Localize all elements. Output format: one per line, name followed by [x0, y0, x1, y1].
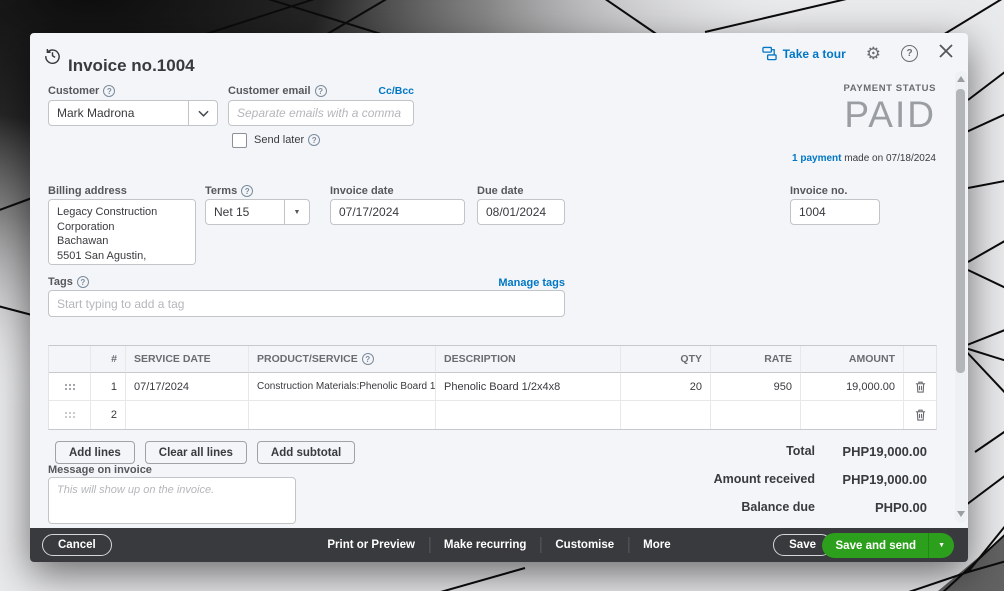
- invoice-window: Invoice no.1004 Take a tour ⚙ ? Customer…: [30, 33, 968, 562]
- amount-received-row: Amount received PHP19,000.00: [627, 465, 927, 493]
- col-header-rate: RATE: [711, 346, 801, 373]
- cc-bcc-link[interactable]: Cc/Bcc: [228, 85, 414, 97]
- clear-all-lines-button[interactable]: Clear all lines: [144, 441, 247, 464]
- description-cell[interactable]: Phenolic Board 1/2x4x8: [436, 373, 621, 401]
- rate-cell[interactable]: 950: [711, 373, 801, 401]
- col-header-qty: QTY: [621, 346, 711, 373]
- line-actions: Add lines Clear all lines Add subtotal: [55, 441, 356, 464]
- print-or-preview-button[interactable]: Print or Preview: [313, 539, 429, 551]
- payment-status-value: PAID: [844, 94, 936, 135]
- customer-help-icon[interactable]: ?: [103, 85, 116, 97]
- service-date-cell[interactable]: [126, 401, 249, 429]
- invoice-date-input[interactable]: [330, 199, 465, 225]
- balance-due-row: Balance due PHP0.00: [627, 493, 927, 521]
- total-label: Total: [786, 444, 815, 458]
- footer-actions: Print or Preview Make recurring Customis…: [313, 528, 684, 562]
- balance-due-value: PHP0.00: [874, 499, 927, 515]
- payment-status: PAYMENT STATUS PAID: [844, 83, 937, 137]
- service-date-cell[interactable]: 07/17/2024: [126, 373, 249, 401]
- payment-link[interactable]: 1 payment: [792, 153, 841, 164]
- terms-select[interactable]: Net 15 ▼: [205, 199, 310, 225]
- page-title: Invoice no.1004: [68, 56, 195, 76]
- product-cell[interactable]: Construction Materials:Phenolic Board 1/…: [249, 373, 436, 401]
- amount-received-value: PHP19,000.00: [842, 471, 927, 487]
- scrollbar-down-arrow[interactable]: [957, 511, 965, 517]
- scrollbar-thumb[interactable]: [956, 89, 965, 373]
- save-and-send-button[interactable]: Save and send ▼: [821, 533, 954, 558]
- qty-cell[interactable]: [621, 401, 711, 429]
- tags-input[interactable]: [48, 290, 565, 317]
- delete-row-icon[interactable]: [904, 373, 936, 401]
- take-a-tour-label: Take a tour: [782, 46, 846, 61]
- cancel-button[interactable]: Cancel: [42, 534, 112, 556]
- row-drag-handle[interactable]: [49, 373, 91, 401]
- customer-label: Customer?: [48, 85, 116, 97]
- save-and-send-caret-icon[interactable]: ▼: [928, 533, 954, 558]
- manage-tags-link[interactable]: Manage tags: [48, 277, 565, 289]
- amount-received-label: Amount received: [713, 472, 815, 486]
- rate-cell[interactable]: [711, 401, 801, 429]
- message-on-invoice-input[interactable]: [48, 477, 296, 524]
- amount-cell[interactable]: [801, 401, 904, 429]
- payment-status-label: PAYMENT STATUS: [843, 83, 936, 94]
- payment-made-line: 1 payment made on 07/18/2024: [792, 153, 936, 164]
- amount-cell[interactable]: 19,000.00: [801, 373, 904, 401]
- col-header-actions: [904, 346, 936, 373]
- product-help-icon[interactable]: ?: [361, 353, 374, 365]
- delete-row-icon[interactable]: [904, 401, 936, 429]
- totals: Total PHP19,000.00 Amount received PHP19…: [627, 437, 927, 521]
- due-date-input[interactable]: [477, 199, 565, 225]
- due-date-label: Due date: [477, 185, 524, 197]
- screen: Invoice no.1004 Take a tour ⚙ ? Customer…: [0, 0, 1004, 591]
- customer-email-input[interactable]: [228, 100, 414, 126]
- take-a-tour-button[interactable]: Take a tour: [761, 46, 846, 61]
- terms-caret-icon[interactable]: ▼: [284, 200, 309, 224]
- billing-address-label: Billing address: [48, 185, 127, 197]
- col-header-service-date: SERVICE DATE: [126, 346, 249, 373]
- row-number: 2: [91, 401, 126, 429]
- customer-value: Mark Madrona: [57, 106, 135, 120]
- invoice-date-label: Invoice date: [330, 185, 394, 197]
- customise-button[interactable]: Customise: [541, 539, 628, 551]
- total-row: Total PHP19,000.00: [627, 437, 927, 465]
- tour-icon: [761, 46, 777, 61]
- message-on-invoice-label: Message on invoice: [48, 464, 152, 476]
- billing-address-input[interactable]: Legacy Construction Corporation Bachawan…: [48, 199, 196, 265]
- col-header-num: #: [91, 346, 126, 373]
- terms-help-icon[interactable]: ?: [241, 185, 254, 197]
- total-value: PHP19,000.00: [842, 443, 927, 459]
- scrollbar-up-arrow[interactable]: [957, 76, 965, 82]
- description-cell[interactable]: [436, 401, 621, 429]
- terms-value: Net 15: [214, 205, 250, 219]
- recent-transactions-icon[interactable]: [43, 46, 62, 70]
- customer-select[interactable]: Mark Madrona: [48, 100, 218, 126]
- balance-due-label: Balance due: [741, 500, 815, 514]
- product-cell[interactable]: [249, 401, 436, 429]
- footer-bar: Cancel Print or Preview Make recurring C…: [30, 528, 968, 562]
- qty-cell[interactable]: 20: [621, 373, 711, 401]
- col-header-description: DESCRIPTION: [436, 346, 621, 373]
- col-header-drag: [49, 346, 91, 373]
- help-icon[interactable]: ?: [901, 45, 918, 62]
- col-header-product: PRODUCT/SERVICE?: [249, 346, 436, 373]
- save-and-send-label: Save and send: [835, 539, 917, 552]
- chevron-down-icon[interactable]: [188, 101, 217, 125]
- make-recurring-button[interactable]: Make recurring: [430, 539, 540, 551]
- invoice-no-label: Invoice no.: [790, 185, 848, 197]
- close-icon[interactable]: [938, 43, 954, 64]
- invoice-no-input[interactable]: [790, 199, 880, 225]
- col-header-amount: AMOUNT: [801, 346, 904, 373]
- send-later-checkbox[interactable]: [232, 133, 247, 148]
- gear-icon[interactable]: ⚙: [866, 45, 881, 62]
- add-subtotal-button[interactable]: Add subtotal: [256, 441, 356, 464]
- line-items-table: # SERVICE DATE PRODUCT/SERVICE? DESCRIPT…: [48, 345, 937, 430]
- terms-label: Terms?: [205, 185, 254, 197]
- more-button[interactable]: More: [629, 539, 684, 551]
- add-lines-button[interactable]: Add lines: [55, 441, 135, 464]
- send-later-label: Send later?: [254, 134, 321, 146]
- row-number: 1: [91, 373, 126, 401]
- send-later-help-icon[interactable]: ?: [308, 134, 321, 146]
- row-drag-handle[interactable]: [49, 401, 91, 429]
